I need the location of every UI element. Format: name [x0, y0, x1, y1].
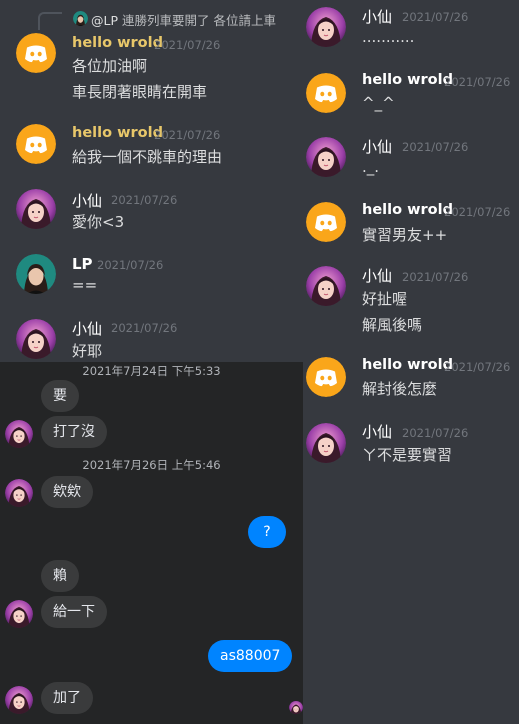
avatar[interactable] [306, 357, 346, 397]
avatar[interactable] [5, 420, 33, 448]
message-bubble[interactable]: 要 [41, 380, 79, 412]
messenger-chat-panel: 2021年7月24日 下午5:33 要 打了沒 2021年7月26日 上午5:4… [0, 362, 303, 724]
message-text: 各位加油啊 [72, 57, 148, 75]
author-name[interactable]: 小仙 [362, 265, 392, 286]
message-text: ._. [362, 158, 380, 176]
message-bubble-sent[interactable]: as88007 [208, 640, 293, 672]
author-name[interactable]: 小仙 [72, 318, 102, 339]
message-bubble[interactable]: 加了 [41, 682, 93, 714]
message-text: 解封後怎麼 [362, 380, 438, 398]
date-separator: 2021年7月26日 上午5:46 [82, 458, 221, 472]
discord-logo-icon [306, 202, 346, 242]
timestamp: 2021/07/26 [111, 321, 178, 335]
reply-preview[interactable]: @LP 連勝列車要開了 各位請上車 [91, 10, 276, 29]
message-bubble[interactable]: 給一下 [41, 596, 107, 628]
avatar[interactable] [5, 600, 33, 628]
message-text: 解風後嗎 [362, 316, 423, 334]
discord-logo-icon [16, 124, 56, 164]
avatar[interactable] [306, 7, 346, 47]
timestamp: 2021/07/26 [154, 128, 221, 142]
author-name[interactable]: 小仙 [362, 6, 392, 27]
message-text: 好扯喔 [362, 290, 408, 308]
message-text: 實習男友++ [362, 226, 448, 244]
avatar[interactable] [306, 202, 346, 242]
avatar[interactable] [306, 423, 346, 463]
discord-logo-icon [306, 73, 346, 113]
author-name[interactable]: hello wrold [362, 357, 453, 373]
seen-avatar [289, 700, 303, 714]
message-text: 給我一個不跳車的理由 [72, 148, 223, 166]
avatar[interactable] [16, 33, 56, 73]
message-text: == [72, 276, 98, 294]
timestamp: 2021/07/26 [444, 205, 511, 219]
timestamp: 2021/07/26 [402, 10, 469, 24]
message-text: ^_^ [362, 94, 395, 112]
avatar[interactable] [16, 124, 56, 164]
avatar[interactable] [5, 479, 33, 507]
timestamp: 2021/07/26 [97, 258, 164, 272]
message-text: ........... [362, 28, 415, 46]
timestamp: 2021/07/26 [444, 75, 511, 89]
reply-avatar [73, 11, 88, 26]
avatar[interactable] [306, 137, 346, 177]
author-name[interactable]: hello wrold [362, 202, 453, 218]
avatar[interactable] [16, 189, 56, 229]
avatar[interactable] [5, 686, 33, 714]
author-name[interactable]: hello wrold [72, 125, 163, 141]
author-name[interactable]: 小仙 [72, 190, 102, 211]
author-name[interactable]: 小仙 [362, 136, 392, 157]
reply-connector [38, 12, 62, 30]
left-chat-panel: @LP 連勝列車要開了 各位請上車 hello wrold 2021/07/26… [0, 0, 295, 362]
author-name[interactable]: hello wrold [72, 35, 163, 51]
message-text: 好耶 [72, 342, 103, 360]
message-text: 愛你<3 [72, 213, 125, 231]
timestamp: 2021/07/26 [402, 140, 469, 154]
author-name[interactable]: hello wrold [362, 72, 453, 88]
reply-mention: @LP [91, 13, 119, 28]
message-text: 車長閉著眼睛在開車 [72, 83, 208, 101]
timestamp: 2021/07/26 [111, 193, 178, 207]
avatar[interactable] [16, 254, 56, 294]
author-name[interactable]: 小仙 [362, 421, 392, 442]
author-name[interactable]: LP [72, 255, 93, 273]
message-bubble[interactable]: 欸欸 [41, 476, 93, 508]
message-bubble[interactable]: 打了沒 [41, 416, 107, 448]
discord-logo-icon [306, 357, 346, 397]
avatar[interactable] [16, 319, 56, 359]
message-bubble-sent[interactable]: ? [248, 516, 286, 548]
discord-logo-icon [16, 33, 56, 73]
right-panel-empty-area [305, 470, 519, 724]
timestamp: 2021/07/26 [444, 360, 511, 374]
timestamp: 2021/07/26 [402, 426, 469, 440]
date-separator: 2021年7月24日 下午5:33 [82, 364, 221, 378]
timestamp: 2021/07/26 [154, 38, 221, 52]
message-bubble[interactable]: 賴 [41, 560, 79, 592]
avatar[interactable] [306, 73, 346, 113]
reply-text: 連勝列車要開了 各位請上車 [122, 13, 276, 28]
message-text: ㄚ不是要實習 [362, 446, 453, 464]
right-chat-panel: 小仙 2021/07/26 ........... hello wrold 20… [295, 0, 519, 470]
avatar[interactable] [306, 266, 346, 306]
timestamp: 2021/07/26 [402, 270, 469, 284]
